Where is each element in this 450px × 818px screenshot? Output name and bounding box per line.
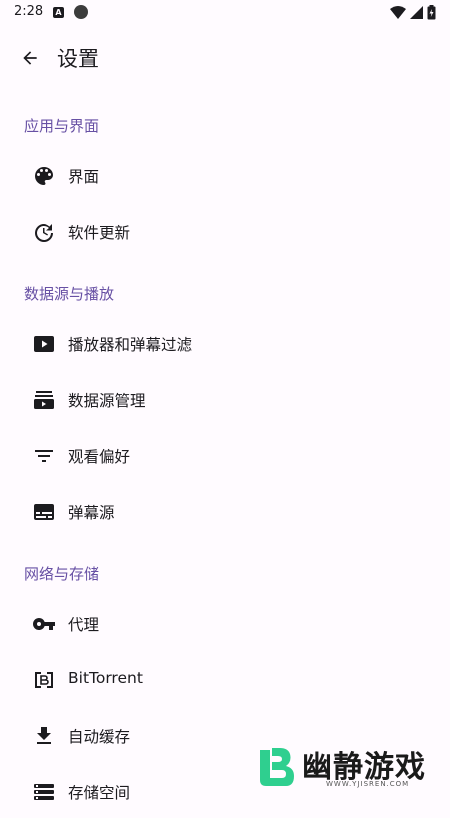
status-icons bbox=[390, 5, 436, 20]
settings-item-bittorrent[interactable]: BitTorrent bbox=[0, 654, 450, 706]
download-icon bbox=[37, 727, 51, 744]
battery-icon bbox=[427, 5, 436, 20]
settings-item-label: 自动缓存 bbox=[68, 728, 131, 746]
settings-item-player-danmaku-filter[interactable]: 播放器和弹幕过滤 bbox=[0, 318, 450, 370]
settings-item-danmaku-source[interactable]: 弹幕源 bbox=[0, 486, 450, 538]
settings-item-label: 数据源管理 bbox=[68, 392, 146, 410]
section-header-network-storage: 网络与存储 bbox=[24, 565, 100, 583]
palette-icon bbox=[35, 167, 53, 185]
back-button[interactable] bbox=[10, 38, 50, 78]
subscriptions-icon bbox=[34, 391, 54, 409]
settings-item-label: 播放器和弹幕过滤 bbox=[68, 336, 193, 354]
settings-item-interface[interactable]: 界面 bbox=[0, 150, 450, 202]
subtitles-icon bbox=[34, 504, 54, 520]
play-box-icon bbox=[34, 336, 54, 352]
app-bar: 设置 bbox=[0, 30, 450, 86]
update-icon bbox=[35, 224, 53, 242]
notification-dot-icon bbox=[74, 5, 88, 19]
watermark: 幽静游戏 WWW.YJISREN.COM bbox=[256, 740, 442, 796]
status-time: 2:28 bbox=[14, 4, 44, 19]
settings-item-label: 弹幕源 bbox=[68, 504, 115, 522]
settings-item-proxy[interactable]: 代理 bbox=[0, 598, 450, 650]
section-header-app-ui: 应用与界面 bbox=[24, 117, 100, 135]
settings-item-watch-preference[interactable]: 观看偏好 bbox=[0, 430, 450, 482]
wifi-icon bbox=[390, 5, 406, 19]
settings-item-label: 界面 bbox=[68, 168, 100, 186]
settings-item-label: BitTorrent bbox=[68, 669, 143, 687]
page-title: 设置 bbox=[57, 47, 99, 71]
settings-item-label: 代理 bbox=[68, 616, 100, 634]
settings-item-label: 观看偏好 bbox=[68, 448, 131, 466]
watermark-url: WWW.YJISREN.COM bbox=[326, 780, 410, 788]
settings-item-label: 软件更新 bbox=[68, 224, 131, 242]
watermark-logo-icon bbox=[260, 748, 294, 786]
status-bar: 2:28 A bbox=[0, 0, 450, 26]
key-icon bbox=[32, 618, 55, 630]
storage-icon bbox=[34, 784, 54, 800]
a-badge-icon: A bbox=[53, 7, 64, 18]
filter-icon bbox=[35, 450, 53, 462]
cell-signal-icon bbox=[410, 6, 423, 19]
settings-item-source-management[interactable]: 数据源管理 bbox=[0, 374, 450, 426]
arrow-back-icon bbox=[23, 51, 37, 65]
settings-item-software-update[interactable]: 软件更新 bbox=[0, 206, 450, 258]
section-header-source-playback: 数据源与播放 bbox=[24, 285, 115, 303]
bittorrent-icon bbox=[35, 672, 53, 688]
